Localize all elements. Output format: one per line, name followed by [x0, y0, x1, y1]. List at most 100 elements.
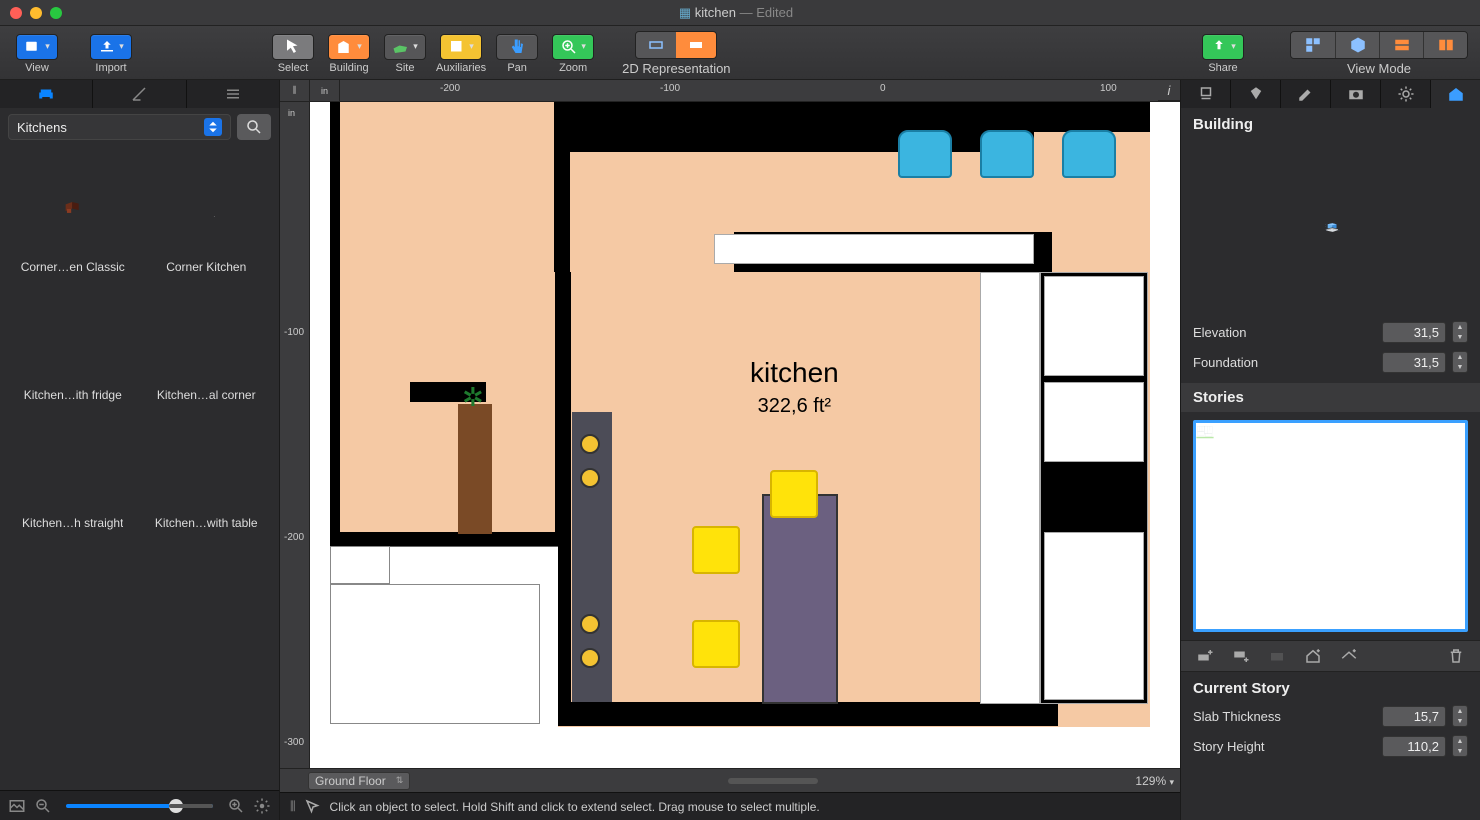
add-roof-button[interactable]: [1333, 645, 1365, 667]
minimize-window-button[interactable]: [30, 7, 42, 19]
library-panel: Kitchens Corner…en Classic Corner Kitche…: [0, 80, 280, 820]
delete-story-button[interactable]: [1440, 645, 1472, 667]
slab-thickness-stepper[interactable]: ▲▼: [1452, 705, 1468, 727]
floor-selector-value: Ground Floor: [315, 774, 386, 788]
story-height-stepper[interactable]: ▲▼: [1452, 735, 1468, 757]
thumbnail-size-slider[interactable]: [66, 804, 213, 808]
library-tab-furniture[interactable]: [0, 80, 93, 108]
document-name: kitchen: [695, 5, 736, 20]
building-section-title: Building: [1181, 108, 1480, 137]
library-search-button[interactable]: [237, 114, 271, 140]
view-mode-segment[interactable]: View Mode: [1290, 31, 1468, 76]
gear-icon[interactable]: [253, 797, 271, 815]
view-mode-3d[interactable]: [1335, 32, 1379, 58]
auxiliaries-icon: [448, 38, 466, 56]
zoom-indicator[interactable]: 129% ▾: [1135, 774, 1174, 788]
library-category-select[interactable]: Kitchens: [8, 114, 231, 140]
building-tool-button[interactable]: Building: [324, 34, 374, 74]
inspector-tab-object[interactable]: [1181, 80, 1231, 108]
library-item[interactable]: [140, 538, 274, 652]
zoom-in-lib-icon[interactable]: [227, 797, 245, 815]
zoom-out-lib-icon[interactable]: [34, 797, 52, 815]
inspector-tab-light[interactable]: [1381, 80, 1431, 108]
2d-representation-toggle[interactable]: 2D Representation: [622, 31, 730, 76]
add-story-below-button[interactable]: [1225, 645, 1257, 667]
story-thumbnail[interactable]: [1189, 416, 1472, 636]
slab-thickness-field[interactable]: 15,7: [1382, 706, 1446, 727]
vertical-ruler[interactable]: in -100 -200 -300: [280, 102, 310, 768]
chair-outline-icon: [1197, 85, 1215, 103]
inspector-tab-2d[interactable]: [1281, 80, 1331, 108]
cursor-icon: [284, 38, 302, 56]
library-thumb: [146, 158, 266, 258]
elevation-stepper[interactable]: ▲▼: [1452, 321, 1468, 343]
site-icon: [392, 38, 410, 56]
maximize-window-button[interactable]: [50, 7, 62, 19]
cube-3d-icon: [1349, 36, 1367, 54]
unit-label: in: [310, 80, 340, 101]
library-item[interactable]: Kitchen…al corner: [140, 282, 274, 410]
unit-label-v: in: [288, 108, 295, 118]
library-item[interactable]: Kitchen…h straight: [6, 410, 140, 538]
pan-tool-button[interactable]: Pan: [492, 34, 542, 74]
inspector-tab-materials[interactable]: [1231, 80, 1281, 108]
main-toolbar: View Import Select Building Site Auxilia…: [0, 26, 1480, 80]
cursor-tip-icon: [304, 798, 322, 816]
library-item[interactable]: Kitchen…ith fridge: [6, 282, 140, 410]
horizontal-scrollbar[interactable]: [728, 778, 818, 784]
inspector-panel: Building T H F E Elevation 31,5 ▲▼: [1180, 80, 1480, 820]
story-action-bar: [1181, 640, 1480, 672]
svg-text:E: E: [1338, 230, 1339, 232]
house-icon: [1447, 85, 1465, 103]
story-height-label: Story Height: [1193, 739, 1376, 754]
bucket-icon: [1247, 85, 1265, 103]
auxiliaries-tool-button[interactable]: Auxiliaries: [436, 34, 486, 74]
hand-icon: [508, 38, 526, 56]
import-toolbar-button[interactable]: Import: [86, 34, 136, 74]
inspector-tab-camera[interactable]: [1331, 80, 1381, 108]
info-icon[interactable]: i: [1158, 80, 1180, 101]
building-icon: [336, 38, 354, 56]
library-tab-list[interactable]: [187, 80, 279, 108]
elevation-label: Elevation: [1193, 325, 1376, 340]
house-plus-icon: [1304, 647, 1322, 665]
story-height-field[interactable]: 110,2: [1382, 736, 1446, 757]
view-mode-2d[interactable]: [1291, 32, 1335, 58]
close-window-button[interactable]: [10, 7, 22, 19]
library-thumb: [146, 286, 266, 386]
library-item[interactable]: Kitchen…with table: [140, 410, 274, 538]
library-item[interactable]: Corner…en Classic: [6, 154, 140, 282]
view-toolbar-button[interactable]: View: [12, 34, 62, 74]
camera-icon: [1347, 85, 1365, 103]
svg-text:T: T: [1325, 224, 1326, 226]
add-story-above-button[interactable]: [1189, 645, 1221, 667]
image-icon[interactable]: [8, 797, 26, 815]
stories-section-title: Stories: [1181, 383, 1480, 412]
library-item[interactable]: [6, 538, 140, 652]
select-tool-button[interactable]: Select: [268, 34, 318, 74]
view-mode-split-h[interactable]: [1379, 32, 1423, 58]
current-story-title: Current Story: [1181, 672, 1480, 701]
unknown-grid-button[interactable]: [1261, 645, 1293, 667]
site-tool-button[interactable]: Site: [380, 34, 430, 74]
zoom-icon: [560, 38, 578, 56]
horizontal-ruler[interactable]: -200 -100 0 100: [340, 80, 1158, 101]
library-thumb: [13, 158, 133, 258]
library-thumb: [13, 286, 133, 386]
room-name: kitchen: [750, 357, 839, 389]
zoom-tool-button[interactable]: Zoom: [548, 34, 598, 74]
foundation-stepper[interactable]: ▲▼: [1452, 351, 1468, 373]
add-house-button[interactable]: [1297, 645, 1329, 667]
floor-selector[interactable]: Ground Floor ⇅: [308, 772, 410, 790]
ruler-origin[interactable]: ⫼: [280, 80, 310, 101]
library-item[interactable]: Corner Kitchen: [140, 154, 274, 282]
sun-icon: [1397, 85, 1415, 103]
library-tab-materials[interactable]: [93, 80, 186, 108]
document-icon: ▦: [679, 5, 691, 20]
floor-plan-canvas[interactable]: ✲ kitchen 322,6 ft²: [310, 102, 1180, 768]
inspector-tab-building[interactable]: [1431, 80, 1480, 108]
foundation-field[interactable]: 31,5: [1382, 352, 1446, 373]
share-toolbar-button[interactable]: Share: [1198, 34, 1248, 74]
elevation-field[interactable]: 31,5: [1382, 322, 1446, 343]
view-mode-split-v[interactable]: [1423, 32, 1467, 58]
